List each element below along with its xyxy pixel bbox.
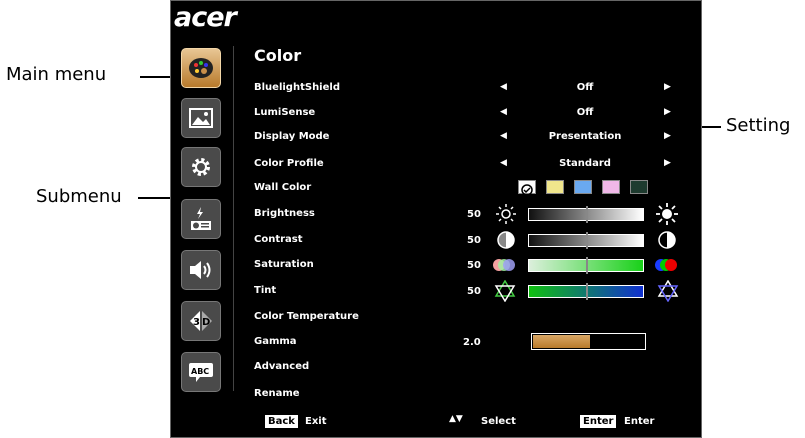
slider-thumb[interactable] xyxy=(586,232,588,249)
row-label-brightness[interactable]: Brightness xyxy=(254,208,315,219)
saturation-high-icon xyxy=(655,259,677,271)
tint-high-icon xyxy=(657,280,679,302)
right-arrow-icon[interactable]: ▶ xyxy=(664,82,671,92)
slider-thumb[interactable] xyxy=(586,257,588,274)
wall-color-swatch[interactable] xyxy=(574,180,592,194)
gamma-value: 2.0 xyxy=(463,337,481,348)
enter-label: Enter xyxy=(624,416,655,427)
svg-text:D: D xyxy=(202,317,210,328)
left-arrow-icon[interactable]: ◀ xyxy=(500,107,507,117)
page-title: Color xyxy=(254,46,302,65)
slider-thumb[interactable] xyxy=(586,283,588,300)
row-label-display-mode[interactable]: Display Mode xyxy=(254,131,329,142)
back-label: Exit xyxy=(305,416,327,427)
contrast-slider[interactable] xyxy=(528,232,644,249)
row-label-bluelight[interactable]: BluelightShield xyxy=(254,82,340,93)
abc-language-icon[interactable]: ABC xyxy=(181,352,221,392)
slider-thumb[interactable] xyxy=(586,206,588,223)
brightness-value: 50 xyxy=(467,209,481,220)
saturation-slider[interactable] xyxy=(528,257,644,274)
left-arrow-icon[interactable]: ◀ xyxy=(500,82,507,92)
enter-key[interactable]: Enter xyxy=(580,415,617,428)
gamma-bar[interactable] xyxy=(531,333,646,350)
tint-low-icon xyxy=(494,280,516,302)
gamma-fill xyxy=(533,335,590,348)
acer-logo: acer xyxy=(174,2,237,33)
menu-divider xyxy=(233,46,234,391)
row-label-color-profile[interactable]: Color Profile xyxy=(254,158,324,169)
back-key[interactable]: Back xyxy=(265,415,298,428)
wall-color-swatch[interactable] xyxy=(602,180,620,194)
row-label-gamma[interactable]: Gamma xyxy=(254,336,297,347)
row-label-saturation[interactable]: Saturation xyxy=(254,259,314,270)
right-arrow-icon[interactable]: ▶ xyxy=(664,131,671,141)
brightness-slider[interactable] xyxy=(528,206,644,223)
check-icon xyxy=(521,184,533,196)
up-down-arrow-icon: ▲▼ xyxy=(449,414,463,424)
wall-color-swatch[interactable] xyxy=(630,180,648,194)
row-label-tint[interactable]: Tint xyxy=(254,285,276,296)
row-label-rename[interactable]: Rename xyxy=(254,388,300,399)
row-label-contrast[interactable]: Contrast xyxy=(254,234,303,245)
gear-icon[interactable] xyxy=(181,147,221,187)
image-icon[interactable] xyxy=(181,98,221,138)
main-menu-callout: Main menu xyxy=(6,64,107,85)
right-arrow-icon[interactable]: ▶ xyxy=(664,158,671,168)
select-label: Select xyxy=(481,416,516,427)
row-label-advanced[interactable]: Advanced xyxy=(254,361,309,372)
left-arrow-icon[interactable]: ◀ xyxy=(500,158,507,168)
volume-icon[interactable] xyxy=(181,250,221,290)
color-profile-value: Standard xyxy=(559,158,611,169)
saturation-value: 50 xyxy=(467,260,481,271)
row-label-wall-color[interactable]: Wall Color xyxy=(254,182,311,193)
contrast-high-icon xyxy=(658,231,676,249)
row-label-lumisense[interactable]: LumiSense xyxy=(254,107,315,118)
right-arrow-icon[interactable]: ▶ xyxy=(664,107,671,117)
wall-color-swatch[interactable] xyxy=(546,180,564,194)
setting-callout: Setting xyxy=(726,115,791,136)
contrast-value: 50 xyxy=(467,235,481,246)
contrast-low-icon xyxy=(497,231,515,249)
svg-text:3: 3 xyxy=(193,317,200,328)
bluelight-value: Off xyxy=(576,82,594,93)
left-arrow-icon[interactable]: ◀ xyxy=(500,131,507,141)
tint-slider[interactable] xyxy=(528,283,644,300)
wall-color-swatch-selected[interactable] xyxy=(518,180,536,196)
saturation-low-icon xyxy=(493,259,515,271)
svg-text:ABC: ABC xyxy=(191,367,209,376)
3d-icon[interactable]: 3D xyxy=(181,301,221,341)
brightness-low-icon xyxy=(496,204,516,224)
brightness-high-icon xyxy=(656,203,678,225)
power-settings-icon[interactable] xyxy=(181,199,221,239)
submenu-callout: Submenu xyxy=(36,186,122,207)
row-label-color-temperature[interactable]: Color Temperature xyxy=(254,311,359,322)
tint-value: 50 xyxy=(467,286,481,297)
display-mode-value: Presentation xyxy=(548,131,622,142)
color-palette-icon[interactable] xyxy=(181,48,221,88)
lumisense-value: Off xyxy=(576,107,594,118)
